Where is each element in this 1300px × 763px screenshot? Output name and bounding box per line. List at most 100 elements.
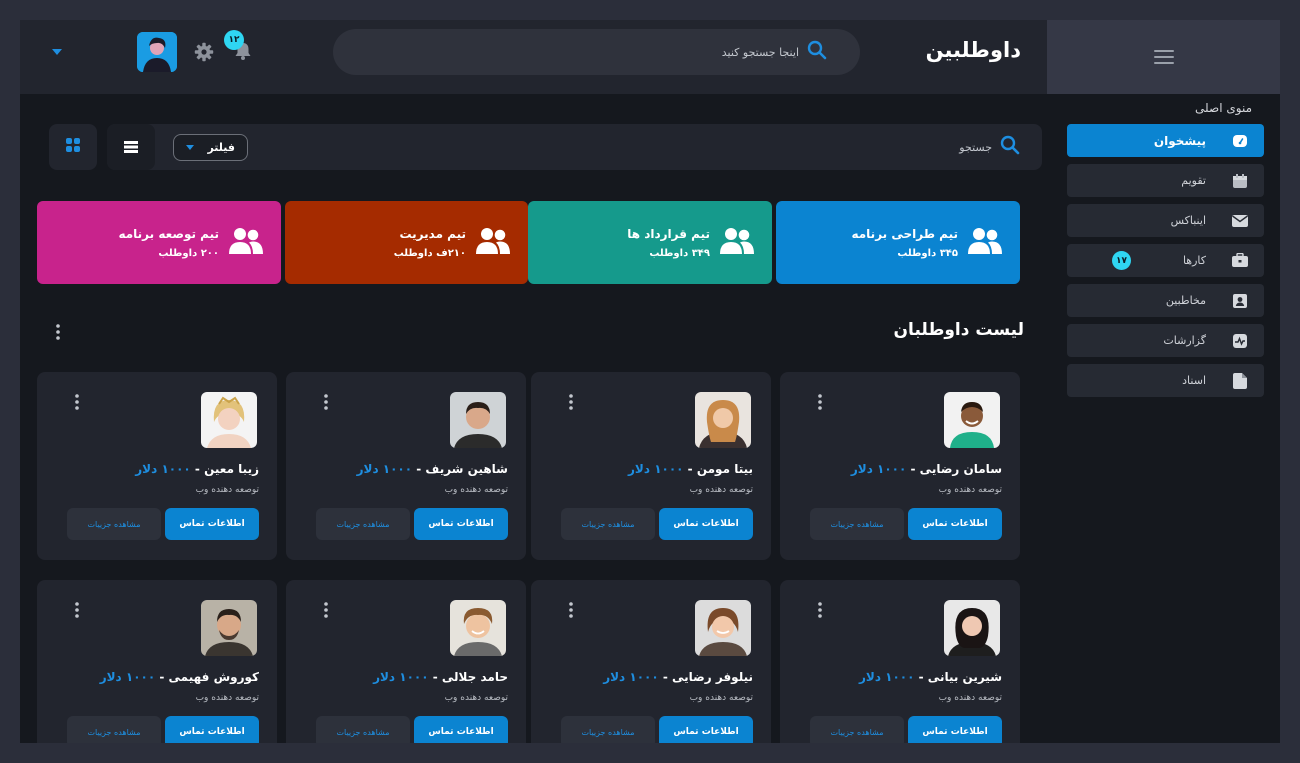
grid-view-button[interactable] [49,124,97,170]
team-count: ۲۰۰ داوطلب [158,247,219,259]
team-info: تیم قرارداد ها ۳۴۹ داوطلب [627,227,710,259]
sidebar-item-label: گزارشات [1163,334,1206,347]
team-name: تیم توصعه برنامه [118,226,219,241]
member-price: ۱۰۰۰ دلار [135,462,191,476]
more-options-icon[interactable] [818,602,822,622]
page-title: داوطلبین [925,38,1021,62]
search-icon[interactable] [807,40,827,64]
team-card-app-development[interactable]: تیم توصعه برنامه ۲۰۰ داوطلب [37,201,281,284]
member-name-line: بیتا مومن - ۱۰۰۰ دلار [628,462,753,476]
contact-info-button[interactable]: اطلاعات تماس [659,508,753,540]
contact-info-button[interactable]: اطلاعات تماس [908,716,1002,743]
team-card-app-design[interactable]: تیم طراحی برنامه ۳۴۵ داوطلب [776,201,1020,284]
team-info: تیم توصعه برنامه ۲۰۰ داوطلب [118,227,219,259]
sidebar-item-calendar[interactable]: تقویم [1067,164,1264,197]
tasks-count-badge: ۱۷ [1112,251,1131,270]
top-search-bar[interactable] [333,29,860,75]
toolbar-search-input[interactable] [842,140,992,154]
sidebar-item-inbox[interactable]: اینباکس [1067,204,1264,237]
team-card-management[interactable]: تیم مدیریت ۲۱۰ف داوطلب [285,201,528,284]
more-options-icon[interactable] [818,394,822,414]
member-name-line: کوروش فهیمی - ۱۰۰۰ دلار [99,670,259,684]
member-photo [944,600,1000,656]
member-name: سامان رضایی [919,462,1002,476]
toolbar-search[interactable] [842,124,1020,170]
member-role: توصعه دهنده وب [195,693,259,703]
sidebar-header [1047,20,1280,94]
team-count: ۳۴۵ داوطلب [897,247,958,259]
view-details-button[interactable]: مشاهده جزییات [810,508,904,540]
filter-toolbar: فیلتر [107,124,1042,170]
view-details-button[interactable]: مشاهده جزییات [316,716,410,743]
member-name-line: نیلوفر رضایی - ۱۰۰۰ دلار [603,670,753,684]
top-header: داوطلبین ۱۲ [20,20,1047,94]
users-icon [720,227,754,259]
user-menu-chevron-down-icon[interactable] [52,49,62,55]
more-options-icon[interactable] [75,602,79,622]
grid-icon [65,137,81,157]
member-name-line: شیرین بیانی - ۱۰۰۰ دلار [858,670,1002,684]
sidebar-item-label: تقویم [1181,174,1206,187]
view-details-button[interactable]: مشاهده جزییات [316,508,410,540]
sidebar-item-tasks[interactable]: کارها ۱۷ [1067,244,1264,277]
view-details-button[interactable]: مشاهده جزییات [810,716,904,743]
mail-icon [1232,213,1248,229]
member-role: توصعه دهنده وب [938,693,1002,703]
dashboard-icon [1232,133,1248,149]
member-card: شاهین شریف - ۱۰۰۰ دلار توصعه دهنده وب اط… [286,372,526,560]
contact-info-button[interactable]: اطلاعات تماس [414,716,508,743]
contact-info-button[interactable]: اطلاعات تماس [908,508,1002,540]
member-role: توصعه دهنده وب [689,693,753,703]
sidebar-item-reports[interactable]: گزارشات [1067,324,1264,357]
more-options-icon[interactable] [75,394,79,414]
member-card: سامان رضایی - ۱۰۰۰ دلار توصعه دهنده وب ا… [780,372,1020,560]
sidebar-item-label: مخاطبین [1165,294,1206,307]
team-name: تیم طراحی برنامه [851,226,958,241]
more-options-icon[interactable] [56,324,60,344]
more-options-icon[interactable] [569,394,573,414]
team-card-contracts[interactable]: تیم قرارداد ها ۳۴۹ داوطلب [528,201,772,284]
list-view-button[interactable] [107,124,155,170]
contact-info-button[interactable]: اطلاعات تماس [165,716,259,743]
member-role: توصعه دهنده وب [938,485,1002,495]
member-role: توصعه دهنده وب [689,485,753,495]
contact-info-button[interactable]: اطلاعات تماس [414,508,508,540]
view-details-button[interactable]: مشاهده جزییات [561,508,655,540]
chevron-down-icon [186,145,194,150]
member-card: بیتا مومن - ۱۰۰۰ دلار توصعه دهنده وب اطل… [531,372,771,560]
sidebar-item-label: اسناد [1182,374,1206,387]
hamburger-menu-icon[interactable] [1153,50,1174,64]
filter-label: فیلتر [207,141,235,154]
gear-icon[interactable] [194,42,214,66]
search-icon[interactable] [1000,135,1020,159]
contact-info-button[interactable]: اطلاعات تماس [659,716,753,743]
member-card: کوروش فهیمی - ۱۰۰۰ دلار توصعه دهنده وب ا… [37,580,277,743]
member-photo [695,600,751,656]
view-details-button[interactable]: مشاهده جزییات [67,508,161,540]
filter-dropdown[interactable]: فیلتر [173,134,248,161]
users-icon [968,227,1002,259]
member-name: زیبا معین [204,462,259,476]
top-search-input[interactable] [499,45,799,59]
team-name: تیم مدیریت [399,226,466,241]
sidebar-item-dashboard[interactable]: پیشخوان [1067,124,1264,157]
more-options-icon[interactable] [569,602,573,622]
member-photo [450,392,506,448]
notification-badge: ۱۲ [224,30,244,50]
user-avatar[interactable] [137,32,177,72]
sidebar-item-label: کارها [1182,254,1206,267]
sidebar-menu-title: منوی اصلی [1195,101,1252,115]
contact-card-icon [1232,293,1248,309]
more-options-icon[interactable] [324,394,328,414]
sidebar-item-contacts[interactable]: مخاطبین [1067,284,1264,317]
view-details-button[interactable]: مشاهده جزییات [561,716,655,743]
sidebar-item-label: اینباکس [1170,214,1206,227]
more-options-icon[interactable] [324,602,328,622]
member-card: نیلوفر رضایی - ۱۰۰۰ دلار توصعه دهنده وب … [531,580,771,743]
member-price: ۱۰۰۰ دلار [603,670,659,684]
sidebar-item-documents[interactable]: اسناد [1067,364,1264,397]
users-icon [229,227,263,259]
member-role: توصعه دهنده وب [444,693,508,703]
contact-info-button[interactable]: اطلاعات تماس [165,508,259,540]
view-details-button[interactable]: مشاهده جزییات [67,716,161,743]
